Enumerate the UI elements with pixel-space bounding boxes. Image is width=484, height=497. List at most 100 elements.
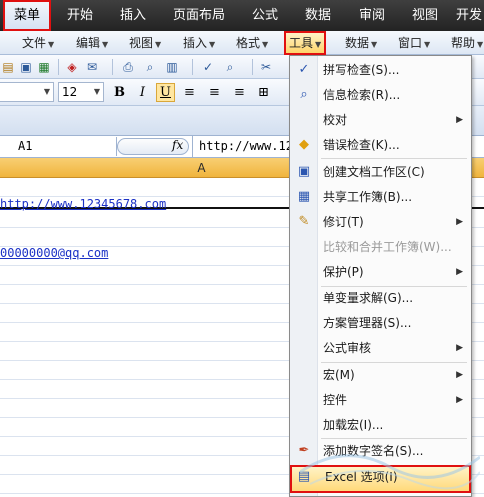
save-icon[interactable]: ▣ [18,59,34,75]
spelling-icon[interactable]: ✓ [200,59,216,75]
tab-home[interactable]: 开始 [58,0,102,31]
submenu-arrow-icon: ▶ [456,267,463,277]
menu-window-label: 窗口 [398,36,423,50]
font-size-combo[interactable]: 12 ▼ [58,82,104,102]
menu-item-create-workspace[interactable]: ▣ 创建文档工作区(C) [290,160,471,185]
insert-function-icon[interactable]: fx [172,138,183,152]
align-center-icon[interactable]: ≡ [205,83,224,102]
chevron-down-icon: ▼ [209,40,216,49]
workspace-icon: ▣ [297,164,311,179]
bold-button[interactable]: B [110,83,129,102]
menu-item-track-changes[interactable]: ✎ 修订(T) ▶ [290,210,471,235]
menu-item-label: Excel 选项(I) [325,470,398,484]
tools-dropdown-menu: ✓ 拼写检查(S)... ⌕ 信息检索(R)... 校对 ▶ ◆ 错误检查(K)… [289,55,472,497]
excel-export-icon[interactable]: ▦ [36,59,52,75]
toolbar-separator [252,59,253,75]
open-folder-icon[interactable]: ▤ [0,59,16,75]
italic-button[interactable]: I [133,83,152,102]
menu-item-label: 信息检索(R)... [323,88,401,102]
page-setup-icon[interactable]: ▥ [164,59,180,75]
menu-view-label: 视图 [129,36,154,50]
menu-item-controls[interactable]: 控件 ▶ [290,388,471,413]
error-check-icon: ◆ [299,137,309,152]
menu-item-digital-signature[interactable]: ✒ 添加数字签名(S)... [290,439,471,464]
menu-item-macro[interactable]: 宏(M) ▶ [290,363,471,388]
menu-item-label: 单变量求解(G)... [323,291,414,305]
font-size-value: 12 [62,85,78,99]
menu-item-scenario-manager[interactable]: 方案管理器(S)... [290,311,471,336]
menu-item-share-workbook[interactable]: ▦ 共享工作簿(B)... [290,185,471,210]
share-workbook-icon: ▦ [297,189,311,204]
menu-item-label: 公式审核 [323,341,372,355]
menu-item-protection[interactable]: 保护(P) ▶ [290,260,471,285]
permission-icon[interactable]: ◈ [64,59,80,75]
menu-view[interactable]: 视图 ▼ [129,31,161,55]
menu-item-formula-auditing[interactable]: 公式审核 ▶ [290,336,471,361]
menu-help[interactable]: 帮助 ▼ [451,31,483,55]
tab-view[interactable]: 视图 [403,0,447,31]
menu-item-spell-check[interactable]: ✓ 拼写检查(S)... [290,58,471,83]
menu-item-label: 错误检查(K)... [323,138,400,152]
chevron-down-icon: ▼ [102,40,109,49]
chevron-down-icon: ▼ [48,40,55,49]
menu-item-label: 控件 [323,393,348,407]
menu-help-label: 帮助 [451,36,476,50]
submenu-arrow-icon: ▶ [456,217,463,227]
menu-edit-label: 编辑 [76,36,101,50]
chevron-down-icon: ▼ [43,87,51,96]
print-icon[interactable]: ⎙ [120,59,136,75]
chevron-down-icon: ▼ [155,40,162,49]
tab-page-layout[interactable]: 页面布局 [165,0,233,31]
track-changes-icon: ✎ [298,214,310,229]
research-icon[interactable]: ⌕ [222,59,238,75]
tab-review[interactable]: 审阅 [350,0,394,31]
spell-check-icon: ✓ [298,62,310,77]
chevron-down-icon: ▼ [371,40,378,49]
chevron-down-icon: ▼ [93,87,101,96]
menu-format-label: 格式 [236,36,261,50]
cut-icon[interactable]: ✂ [258,59,274,75]
submenu-arrow-icon: ▶ [456,370,463,380]
name-box[interactable]: A1 [0,137,117,156]
tab-formulas[interactable]: 公式 [243,0,287,31]
tab-menu[interactable]: 菜单 [3,0,51,31]
menu-item-label: 校对 [323,113,348,127]
tab-data[interactable]: 数据 [296,0,340,31]
cell-email-link[interactable]: 00000000@qq.com [0,246,108,260]
menu-item-add-ins[interactable]: 加载宏(I)... [290,413,471,438]
chevron-down-icon: ▼ [424,40,431,49]
menu-file[interactable]: 文件 ▼ [22,31,54,55]
tab-insert[interactable]: 插入 [111,0,155,31]
digital-signature-icon: ✒ [298,443,310,458]
menu-item-research[interactable]: ⌕ 信息检索(R)... [290,83,471,108]
ribbon-tab-bar: 菜单 开始 插入 页面布局 公式 数据 审阅 视图 开发 [0,0,484,31]
menu-window[interactable]: 窗口 ▼ [398,31,430,55]
menu-tools[interactable]: 工具 ▼ [284,31,327,55]
menu-data[interactable]: 数据 ▼ [345,31,377,55]
menu-file-label: 文件 [22,36,47,50]
tab-developer[interactable]: 开发 [456,0,484,31]
chevron-down-icon: ▼ [315,40,322,49]
menu-item-proofing[interactable]: 校对 ▶ [290,108,471,133]
menu-insert-label: 插入 [183,36,208,50]
font-name-combo[interactable]: ▼ [0,82,54,102]
align-right-icon[interactable]: ≡ [230,83,249,102]
menu-tools-label: 工具 [289,36,314,50]
menu-insert[interactable]: 插入 ▼ [183,31,215,55]
menu-format[interactable]: 格式 ▼ [236,31,268,55]
underline-button[interactable]: U [156,83,175,102]
merge-center-icon[interactable]: ⊞ [254,83,273,102]
chevron-down-icon: ▼ [262,40,269,49]
menu-item-label: 保护(P) [323,265,364,279]
menu-item-label: 方案管理器(S)... [323,316,412,330]
toolbar-separator [58,59,59,75]
menu-item-excel-options[interactable]: ▤ Excel 选项(I) [290,465,471,493]
print-preview-icon[interactable]: ⌕ [142,59,158,75]
menu-item-goal-seek[interactable]: 单变量求解(G)... [290,286,471,311]
menu-item-label: 宏(M) [323,368,355,382]
menu-item-error-check[interactable]: ◆ 错误检查(K)... [290,133,471,158]
menu-item-label: 添加数字签名(S)... [323,444,424,458]
align-left-icon[interactable]: ≡ [180,83,199,102]
menu-edit[interactable]: 编辑 ▼ [76,31,108,55]
email-icon[interactable]: ✉ [84,59,100,75]
